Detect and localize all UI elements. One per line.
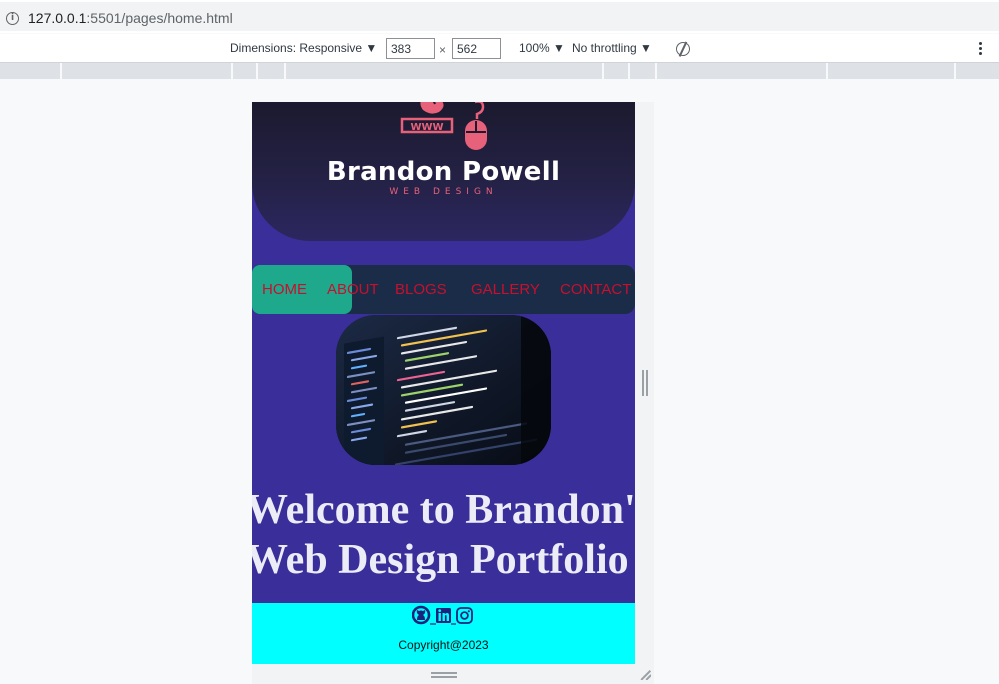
hero-image bbox=[336, 315, 551, 465]
device-toolbar: Dimensions: Responsive ▼ 383 × 562 100% … bbox=[0, 34, 999, 63]
height-input[interactable]: 562 bbox=[452, 38, 501, 59]
dimensions-dropdown[interactable]: Dimensions: Responsive ▼ bbox=[230, 41, 377, 55]
nav-blogs[interactable]: BLOGS bbox=[395, 281, 447, 298]
nav-home[interactable]: HOME bbox=[262, 281, 307, 298]
zoom-label: 100% bbox=[519, 41, 550, 55]
media-query-ruler bbox=[0, 63, 999, 79]
width-input[interactable]: 383 bbox=[386, 38, 435, 59]
logo-icon: WWW bbox=[400, 102, 487, 150]
copyright-text: Copyright@2023 bbox=[398, 638, 489, 652]
social-icons bbox=[412, 605, 473, 625]
nav-gallery[interactable]: GALLERY bbox=[471, 281, 540, 298]
resize-handle-right[interactable] bbox=[642, 370, 648, 396]
main-nav: HOME ABOUT BLOGS GALLERY CONTACT bbox=[252, 265, 635, 314]
caret-down-icon: ▼ bbox=[640, 41, 652, 55]
times-sign: × bbox=[439, 43, 447, 57]
brand-name: Brandon Powell bbox=[326, 157, 561, 187]
url-text[interactable]: 127.0.0.1:5501/pages/home.html bbox=[28, 10, 233, 26]
dimensions-label: Dimensions: Responsive bbox=[230, 41, 363, 55]
github-icon[interactable] bbox=[412, 605, 431, 625]
rotate-icon[interactable] bbox=[674, 40, 692, 58]
throttling-dropdown[interactable]: No throttling ▼ bbox=[572, 41, 652, 55]
resize-handle-bottom[interactable] bbox=[431, 672, 457, 678]
address-box[interactable]: i 127.0.0.1:5501/pages/home.html bbox=[0, 2, 999, 31]
zoom-dropdown[interactable]: 100% ▼ bbox=[519, 41, 565, 55]
caret-down-icon: ▼ bbox=[365, 41, 378, 55]
url-host: 127.0.0.1 bbox=[28, 10, 87, 26]
resize-corner-icon[interactable] bbox=[639, 668, 651, 680]
welcome-heading: Welcome to Brandon's Web Design Portfoli… bbox=[252, 485, 635, 585]
site-footer: Copyright@2023 bbox=[252, 603, 635, 664]
site-header: WWW Brandon Powell WEB DESIGN bbox=[252, 102, 635, 241]
info-icon[interactable]: i bbox=[6, 12, 19, 25]
more-options-icon[interactable] bbox=[979, 42, 983, 56]
welcome-line-2: Web Design Portfolio bbox=[252, 537, 629, 583]
logo-text: WWW bbox=[410, 122, 443, 133]
caret-down-icon: ▼ bbox=[553, 41, 565, 55]
throttling-label: No throttling bbox=[572, 41, 637, 55]
nav-contact[interactable]: CONTACT bbox=[560, 281, 631, 298]
url-path: :5501/pages/home.html bbox=[86, 10, 233, 26]
brand-subtitle: WEB DESIGN bbox=[389, 187, 498, 197]
browser-url-bar: i 127.0.0.1:5501/pages/home.html bbox=[0, 0, 999, 33]
instagram-icon[interactable] bbox=[456, 607, 473, 624]
linkedin-icon[interactable] bbox=[436, 608, 451, 623]
welcome-line-1: Welcome to Brandon's bbox=[252, 487, 635, 533]
nav-about[interactable]: ABOUT bbox=[327, 281, 379, 298]
emulated-page: WWW Brandon Powell WEB DESIGN HOME ABOUT… bbox=[252, 102, 635, 664]
